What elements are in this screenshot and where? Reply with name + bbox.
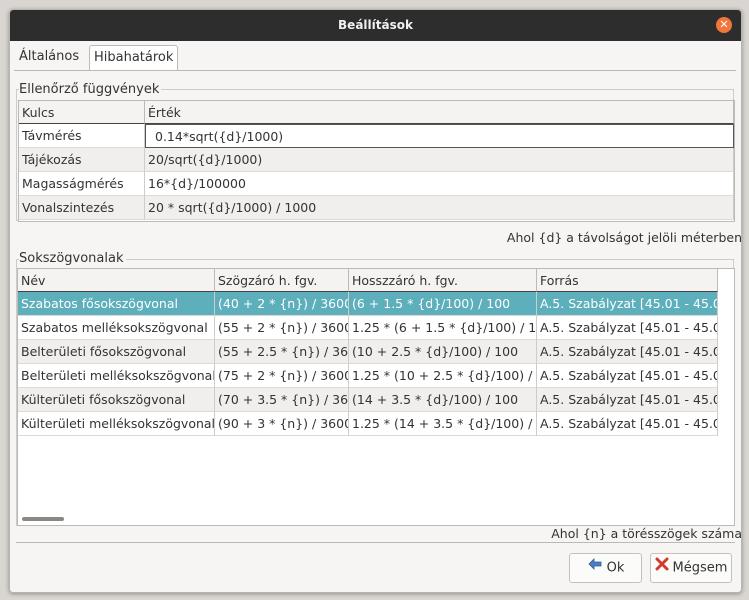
length-cell[interactable]: (14 + 3.5 * {d}/100) / 100: [349, 388, 537, 412]
settings-dialog: Beállítások ✕ Általános Hibahatárok Elle…: [9, 9, 742, 593]
source-cell[interactable]: A.5. Szabályzat [45.01 - 45.05]: [537, 340, 718, 364]
column-header-length[interactable]: Hosszzáró h. fgv.: [349, 269, 537, 292]
cancel-button[interactable]: Mégsem: [650, 553, 732, 583]
angle-cell[interactable]: (70 + 3.5 * {n}) / 3600: [215, 388, 349, 412]
horizontal-scrollbar[interactable]: [22, 517, 64, 521]
length-cell[interactable]: (10 + 2.5 * {d}/100) / 100: [349, 340, 537, 364]
angle-cell[interactable]: (40 + 2 * {n}) / 3600: [215, 292, 349, 316]
name-cell[interactable]: Szabatos melléksokszögvonal: [18, 316, 215, 340]
back-arrow-icon: [587, 554, 603, 582]
polygons-table[interactable]: Név Szögzáró h. fgv. Hosszzáró h. fgv. F…: [17, 268, 735, 526]
angle-cell[interactable]: (90 + 3 * {n}) / 3600: [215, 412, 349, 436]
angle-cell[interactable]: (75 + 2 * {n}) / 3600: [215, 364, 349, 388]
angle-cell[interactable]: (55 + 2.5 * {n}) / 3600: [215, 340, 349, 364]
source-cell[interactable]: A.5. Szabályzat [45.01 - 45.05]: [537, 364, 718, 388]
title-bar[interactable]: Beállítások ✕: [10, 10, 741, 41]
tab-general[interactable]: Általános: [15, 45, 83, 69]
close-icon[interactable]: ✕: [716, 17, 732, 33]
value-cell[interactable]: 20 * sqrt({d}/1000) / 1000: [145, 196, 734, 220]
key-cell[interactable]: Magasságmérés: [19, 172, 145, 196]
name-cell[interactable]: Külterületi fősokszögvonal: [18, 388, 215, 412]
source-cell[interactable]: A.5. Szabályzat [45.01 - 45.05]: [537, 412, 718, 436]
ok-label: Ok: [606, 560, 625, 576]
length-cell[interactable]: 1.25 * (6 + 1.5 * {d}/100) / 100: [349, 316, 537, 340]
column-header-value[interactable]: Érték: [145, 101, 734, 124]
window-title: Beállítások: [338, 18, 413, 32]
red-x-icon: [655, 554, 669, 582]
name-cell[interactable]: Külterületi melléksokszögvonal: [18, 412, 215, 436]
divider: [16, 542, 735, 543]
key-cell[interactable]: Tájékozás: [19, 148, 145, 172]
column-header-angle[interactable]: Szögzáró h. fgv.: [215, 269, 349, 292]
source-cell[interactable]: A.5. Szabályzat [45.01 - 45.05]: [537, 388, 718, 412]
length-cell[interactable]: 1.25 * (14 + 3.5 * {d}/100) / 100: [349, 412, 537, 436]
source-cell[interactable]: A.5. Szabályzat [45.01 - 45.05]: [537, 292, 718, 316]
source-cell[interactable]: A.5. Szabályzat [45.01 - 45.05]: [537, 316, 718, 340]
key-cell[interactable]: Távmérés: [19, 124, 145, 148]
break-angle-note: Ahol {n} a törésszögek száma: [551, 526, 742, 541]
name-cell[interactable]: Szabatos fősokszögvonal: [18, 292, 215, 316]
ok-button[interactable]: Ok: [569, 553, 642, 583]
column-header-source[interactable]: Forrás: [537, 269, 718, 292]
length-cell[interactable]: 1.25 * (10 + 2.5 * {d}/100) / 100: [349, 364, 537, 388]
length-cell[interactable]: (6 + 1.5 * {d}/100) / 100: [349, 292, 537, 316]
error-limits-panel: Ellenőrző függvények Kulcs Érték Távméré…: [14, 70, 741, 541]
value-cell[interactable]: 16*{d}/100000: [145, 172, 734, 196]
distance-note: Ahol {d} a távolságot jelöli méterben: [506, 230, 742, 245]
functions-table[interactable]: Kulcs Érték Távmérés 0.14*sqrt({d}/1000)…: [18, 100, 735, 222]
cancel-label: Mégsem: [672, 560, 728, 576]
column-header-name[interactable]: Név: [18, 269, 215, 292]
polygons-group-label: Sokszögvonalak: [19, 251, 126, 266]
value-cell-editing[interactable]: 0.14*sqrt({d}/1000): [145, 124, 734, 148]
value-cell[interactable]: 20/sqrt({d}/1000): [145, 148, 734, 172]
tab-error-limits[interactable]: Hibahatárok: [89, 45, 179, 71]
functions-group-label: Ellenőrző függvények: [19, 82, 162, 97]
name-cell[interactable]: Belterületi melléksokszögvonal: [18, 364, 215, 388]
column-header-key[interactable]: Kulcs: [19, 101, 145, 124]
name-cell[interactable]: Belterületi fősokszögvonal: [18, 340, 215, 364]
angle-cell[interactable]: (55 + 2 * {n}) / 3600: [215, 316, 349, 340]
key-cell[interactable]: Vonalszintezés: [19, 196, 145, 220]
